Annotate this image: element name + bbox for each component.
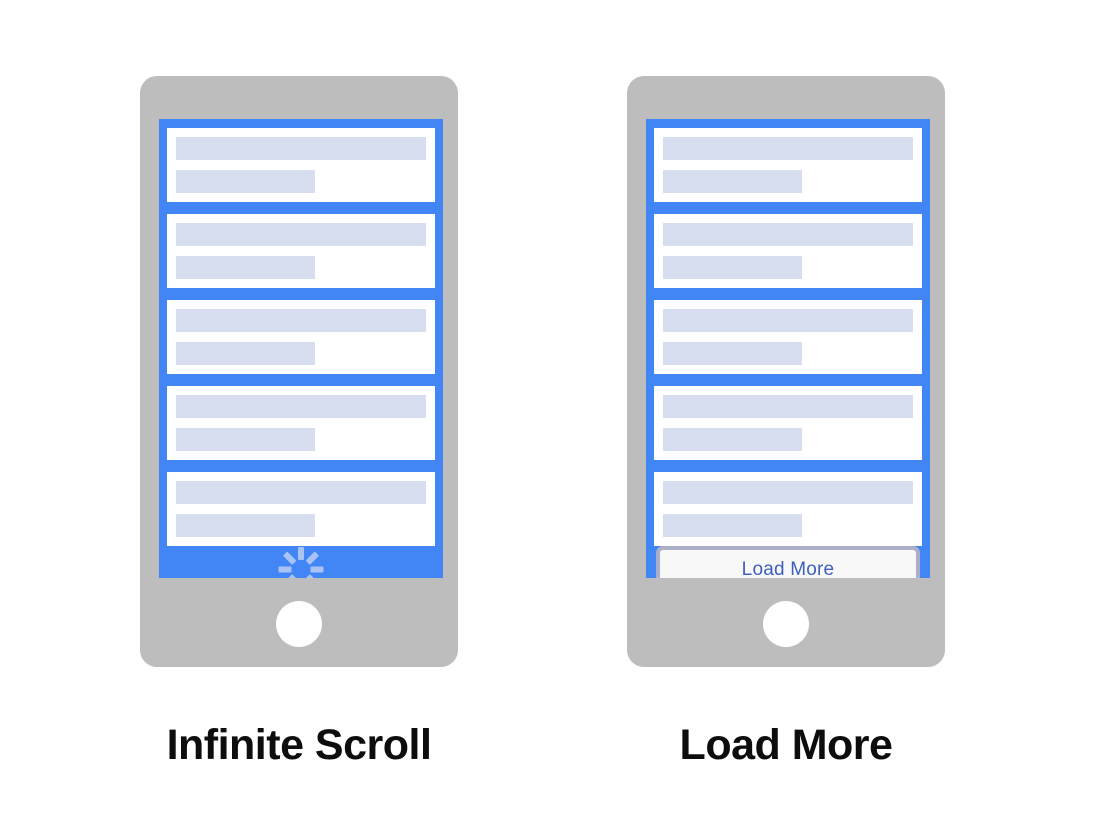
- list-item[interactable]: [167, 214, 435, 288]
- placeholder-title-bar: [663, 223, 913, 246]
- placeholder-subtitle-bar: [663, 342, 802, 365]
- list-item[interactable]: [654, 128, 922, 202]
- list-item[interactable]: [167, 472, 435, 546]
- feed-footer-infinite-scroll: [167, 546, 435, 578]
- list-item[interactable]: [654, 386, 922, 460]
- placeholder-title-bar: [176, 481, 426, 504]
- placeholder-subtitle-bar: [663, 428, 802, 451]
- placeholder-subtitle-bar: [176, 514, 315, 537]
- list-item[interactable]: [167, 300, 435, 374]
- loading-spinner-icon: [278, 546, 324, 578]
- list-item[interactable]: [654, 214, 922, 288]
- placeholder-title-bar: [176, 223, 426, 246]
- placeholder-subtitle-bar: [176, 428, 315, 451]
- placeholder-title-bar: [663, 481, 913, 504]
- placeholder-title-bar: [663, 309, 913, 332]
- placeholder-title-bar: [176, 395, 426, 418]
- feed-footer-load-more: Load More: [654, 546, 922, 578]
- home-button[interactable]: [276, 601, 322, 647]
- placeholder-subtitle-bar: [176, 256, 315, 279]
- placeholder-subtitle-bar: [176, 342, 315, 365]
- panel-caption-load-more: Load More: [679, 721, 893, 769]
- content-feed-infinite-scroll: [167, 128, 435, 546]
- list-item[interactable]: [654, 472, 922, 546]
- placeholder-subtitle-bar: [176, 170, 315, 193]
- placeholder-title-bar: [176, 309, 426, 332]
- placeholder-subtitle-bar: [663, 514, 802, 537]
- phone-screen-load-more: Load More: [646, 119, 930, 578]
- list-item[interactable]: [167, 128, 435, 202]
- phone-mockup-infinite-scroll: [140, 76, 458, 667]
- comparison-diagram: Infinite Scroll Load More Load More: [0, 0, 1100, 825]
- home-button[interactable]: [763, 601, 809, 647]
- placeholder-title-bar: [663, 137, 913, 160]
- phone-screen-infinite-scroll: [159, 119, 443, 578]
- phone-mockup-load-more: Load More: [627, 76, 945, 667]
- panel-caption-infinite-scroll: Infinite Scroll: [166, 721, 432, 769]
- placeholder-title-bar: [176, 137, 426, 160]
- placeholder-subtitle-bar: [663, 256, 802, 279]
- content-feed-load-more: [654, 128, 922, 546]
- list-item[interactable]: [167, 386, 435, 460]
- load-more-button[interactable]: Load More: [656, 546, 920, 578]
- placeholder-title-bar: [663, 395, 913, 418]
- list-item[interactable]: [654, 300, 922, 374]
- placeholder-subtitle-bar: [663, 170, 802, 193]
